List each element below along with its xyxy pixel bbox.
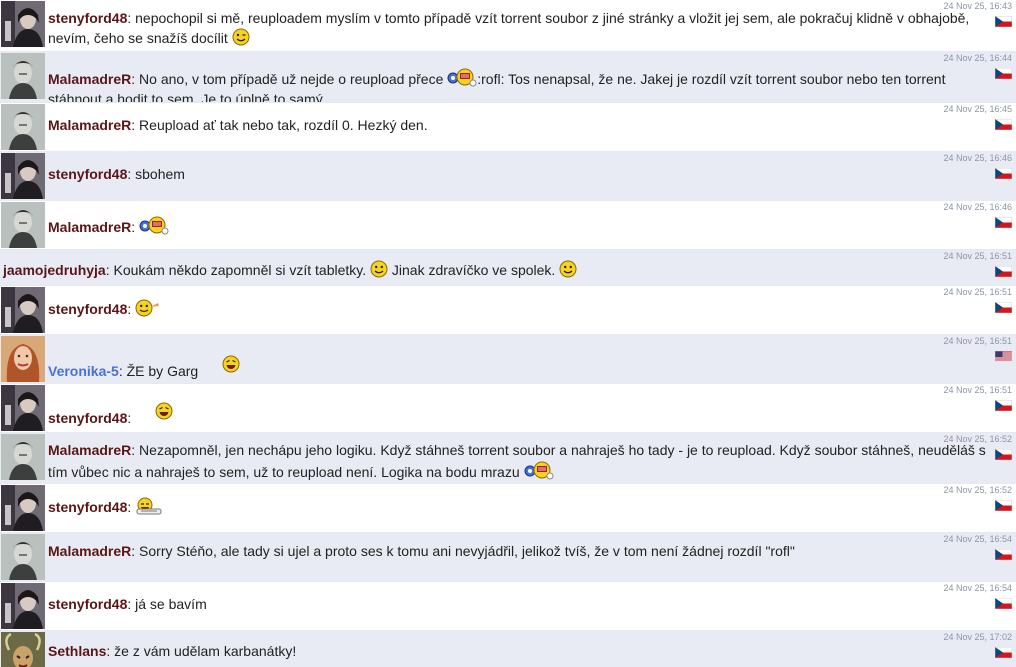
czech-flag-icon [995,168,1012,179]
czech-flag-icon [995,647,1012,658]
message-text: MalamadreR: Reupload ať tak nebo tak, ro… [48,117,428,133]
chat-message: MalamadreR: 24 Nov 25, 16:46 [0,201,1016,250]
message-text: MalamadreR: Sorry Stéňo, ale tady si uje… [48,543,795,559]
laugh-smiley-icon [222,355,240,373]
czech-flag-icon [995,549,1012,560]
timestamp: 24 Nov 25, 16:44 [943,53,1012,63]
nick[interactable]: MalamadreR [48,219,131,235]
smile-smiley-icon [370,260,388,278]
czech-flag-icon [995,266,1012,277]
malamadre-avatar[interactable] [1,202,45,248]
stenyford48-avatar[interactable] [1,287,45,333]
czech-flag-icon [995,217,1012,228]
message-text: stenyford48: sbohem [48,166,185,182]
chat-message: jaamojedruhyja: Koukám někdo zapomněl si… [0,250,1016,286]
timestamp: 24 Nov 25, 16:51 [943,251,1012,261]
malamadre-avatar[interactable] [1,434,45,480]
chat-message: Sethlans: že z vám udělam karbanátky! 24… [0,631,1016,667]
czech-flag-icon [995,400,1012,411]
timestamp: 24 Nov 25, 16:51 [943,287,1012,297]
nick[interactable]: stenyford48 [48,166,127,182]
czech-flag-icon [995,449,1012,460]
stenyford48-avatar[interactable] [1,485,45,531]
nick[interactable]: stenyford48 [48,10,127,26]
timestamp: 24 Nov 25, 16:54 [943,534,1012,544]
nick[interactable]: Veronika-5 [48,363,119,379]
chat-message: stenyford48: nepochopil si mě, reuploade… [0,0,1016,52]
czech-flag-icon [995,16,1012,27]
czech-flag-icon [995,68,1012,79]
message-text: Sethlans: že z vám udělam karbanátky! [48,643,297,659]
timestamp: 24 Nov 25, 16:46 [943,153,1012,163]
chat-message: stenyford48: já se bavím 24 Nov 25, 16:5… [0,582,1016,631]
stenyford48-avatar[interactable] [1,153,45,199]
message-text: MalamadreR: Nezapomněl, jen nechápu jeho… [48,442,986,480]
czech-flag-icon [995,500,1012,511]
nick[interactable]: MalamadreR [48,442,131,458]
nick[interactable]: stenyford48 [48,499,127,515]
nick[interactable]: stenyford48 [48,301,127,317]
rofl-smiley-icon [524,460,554,480]
nick[interactable]: MalamadreR [48,117,131,133]
timestamp: 24 Nov 25, 16:43 [943,1,1012,11]
czech-flag-icon [995,598,1012,609]
rofl-smiley-icon [139,215,169,235]
chat-message: stenyford48: 24 Nov 25, 16:51 [0,286,1016,335]
malamadre-avatar[interactable] [1,53,45,99]
chat-message: MalamadreR: Sorry Stéňo, ale tady si uje… [0,533,1016,582]
message-text: stenyford48: [48,299,986,319]
chat-message: MalamadreR: Nezapomněl, jen nechápu jeho… [0,433,1016,484]
message-text: stenyford48: nepochopil si mě, reuploade… [48,10,970,46]
timestamp: 24 Nov 25, 16:54 [943,583,1012,593]
message-text: MalamadreR: [48,215,986,237]
tongue-smiley-icon [135,299,161,317]
czech-flag-icon [995,119,1012,130]
wink-smiley-icon [232,28,250,46]
laugh-smiley-icon [155,402,173,420]
chat-message: stenyford48: 24 Nov 25, 16:51 [0,384,1016,433]
chat-message: MalamadreR: Reupload ať tak nebo tak, ro… [0,103,1016,152]
message-text: stenyford48: [48,497,986,517]
nick[interactable]: jaamojedruhyja [3,262,106,278]
smile-smiley-icon [559,260,577,278]
chat-log: stenyford48: nepochopil si mě, reuploade… [0,0,1016,667]
rofl-smiley-icon [447,67,477,87]
chat-message: stenyford48: 24 Nov 25, 16:52 [0,484,1016,533]
message-text: Veronika-5: ŽE by Garg [48,355,986,381]
timestamp: 24 Nov 25, 16:52 [943,485,1012,495]
timestamp: 24 Nov 25, 16:51 [943,385,1012,395]
usa-flag-icon [995,351,1012,362]
timestamp: 24 Nov 25, 16:51 [943,336,1012,346]
message-text: jaamojedruhyja: Koukám někdo zapomněl si… [3,260,986,280]
message-text: stenyford48: [48,402,986,428]
lol-smiley-icon [135,497,163,515]
timestamp: 24 Nov 25, 16:45 [943,104,1012,114]
stenyford48-avatar[interactable] [1,385,45,431]
chat-message: Veronika-5: ŽE by Garg 24 Nov 25, 16:51 [0,335,1016,384]
timestamp: 24 Nov 25, 17:02 [943,632,1012,642]
timestamp: 24 Nov 25, 16:52 [943,434,1012,444]
nick[interactable]: MalamadreR [48,71,131,87]
nick[interactable]: stenyford48 [48,596,127,612]
nick[interactable]: Sethlans [48,643,106,659]
nick[interactable]: MalamadreR [48,543,131,559]
sethlans-avatar[interactable] [1,632,45,667]
veronika-avatar[interactable] [1,336,45,382]
message-text: MalamadreR: No ano, v tom případě už nej… [48,67,986,102]
message-text: stenyford48: já se bavím [48,596,207,612]
nick[interactable]: stenyford48 [48,410,127,426]
malamadre-avatar[interactable] [1,104,45,150]
malamadre-avatar[interactable] [1,534,45,580]
chat-message: MalamadreR: No ano, v tom případě už nej… [0,52,1016,103]
timestamp: 24 Nov 25, 16:46 [943,202,1012,212]
chat-message: stenyford48: sbohem 24 Nov 25, 16:46 [0,152,1016,201]
stenyford48-avatar[interactable] [1,1,45,47]
stenyford48-avatar[interactable] [1,583,45,629]
czech-flag-icon [995,302,1012,313]
